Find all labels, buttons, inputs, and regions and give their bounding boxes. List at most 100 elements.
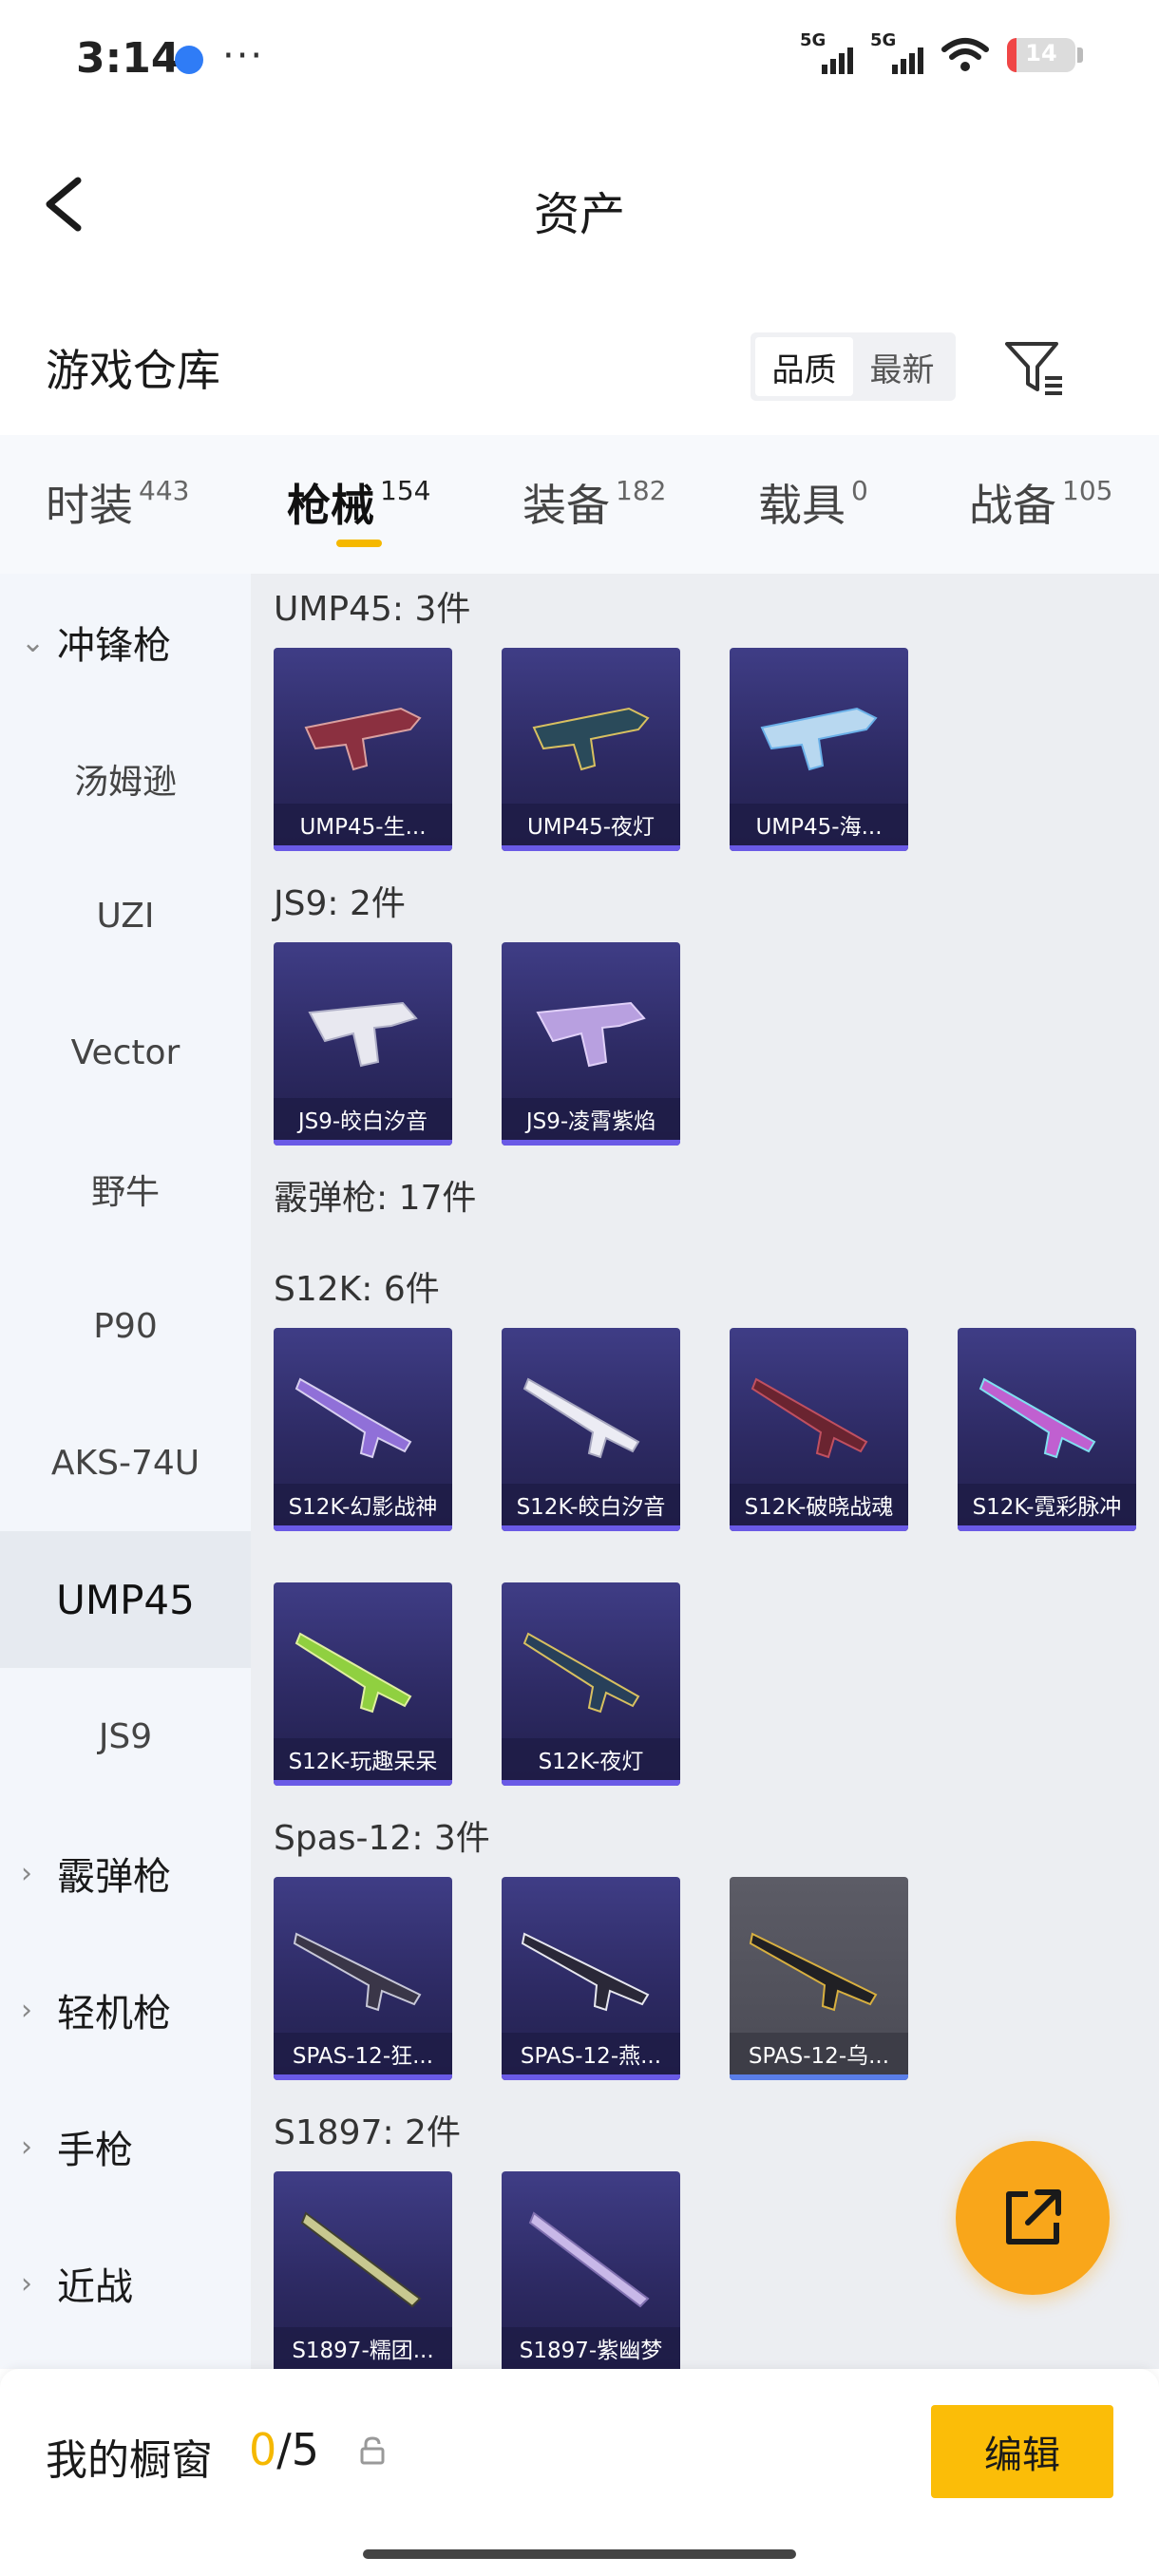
sidebar-item-thompson[interactable]: 汤姆逊 <box>0 710 251 847</box>
weapon-name: JS9-凌霄紫焰 <box>502 1098 680 1140</box>
sidebar-item-label: Vector <box>70 1032 180 1072</box>
page-title: 资产 <box>533 188 625 241</box>
weapon-card[interactable]: S12K-破晓战魂 <box>730 1328 908 1531</box>
group-label-s12k: S12K: 6件 <box>274 1270 440 1309</box>
weapon-name: UMP45-夜灯 <box>502 804 680 845</box>
rarity-bar <box>274 2074 452 2080</box>
rarity-bar <box>502 2074 680 2080</box>
gun-icon <box>304 707 422 771</box>
weapon-name: UMP45-生... <box>274 804 452 845</box>
gun-icon <box>293 1932 422 2012</box>
tab-label: 战备 <box>969 480 1056 531</box>
active-tab-indicator <box>336 540 382 547</box>
sidebar-item-label: 轻机枪 <box>57 1992 171 2036</box>
title-bar: 资产 <box>0 142 1159 266</box>
weapon-card[interactable]: SPAS-12-燕... <box>502 1877 680 2080</box>
weapon-card[interactable]: UMP45-夜灯 <box>502 648 680 851</box>
sidebar-item-aks74u[interactable]: AKS-74U <box>0 1394 251 1531</box>
chevron-right-icon: › <box>21 2266 32 2301</box>
tab-count: 154 <box>380 475 431 506</box>
gun-icon <box>521 1932 650 2012</box>
weapon-card[interactable]: SPAS-12-乌... <box>730 1877 908 2080</box>
weapon-card[interactable]: S1897-糯团... <box>274 2171 452 2369</box>
sidebar-item-js9[interactable]: JS9 <box>0 1668 251 1805</box>
showcase-total: /5 <box>276 2424 320 2475</box>
weapon-name: S12K-霓彩脉冲 <box>958 1484 1136 1525</box>
rarity-bar <box>502 1780 680 1786</box>
weapon-card[interactable]: UMP45-海... <box>730 648 908 851</box>
weapon-grid: UMP45: 3件 UMP45-生... UMP45-夜灯 UMP45-海...… <box>251 574 1159 2369</box>
gun-icon <box>536 1001 646 1068</box>
tab-label: 载具 <box>758 480 846 531</box>
tab-supplies[interactable]: 战备 105 <box>969 471 1112 534</box>
sidebar-item-shotgun[interactable]: › 霰弹枪 <box>0 1805 251 1941</box>
tab-guns[interactable]: 枪械 154 <box>287 471 430 534</box>
tab-vehicles[interactable]: 载具 0 <box>758 471 868 534</box>
sidebar-item-melee[interactable]: › 近战 <box>0 2215 251 2352</box>
weapon-card[interactable]: S12K-夜灯 <box>502 1582 680 1786</box>
weapon-card[interactable]: S12K-霓彩脉冲 <box>958 1328 1136 1531</box>
chevron-right-icon: › <box>21 1856 32 1890</box>
filter-icon[interactable] <box>1003 336 1066 399</box>
rarity-bar <box>274 1780 452 1786</box>
gun-icon <box>750 1377 868 1459</box>
sidebar-item-label: 野牛 <box>90 1173 160 1212</box>
gun-icon <box>760 707 878 771</box>
tab-label: 枪械 <box>287 480 374 531</box>
chevron-right-icon: › <box>21 2130 32 2164</box>
sort-newest-option[interactable]: 最新 <box>853 337 951 396</box>
weapon-name: SPAS-12-乌... <box>730 2033 908 2074</box>
gun-icon <box>749 1932 878 2012</box>
showcase-count: 0/5 <box>249 2424 319 2475</box>
tab-count: 443 <box>139 475 190 506</box>
sidebar-item-pistol[interactable]: › 手枪 <box>0 2078 251 2215</box>
sidebar-item-label: 汤姆逊 <box>73 763 177 802</box>
weapon-card[interactable]: S12K-玩趣呆呆 <box>274 1582 452 1786</box>
gun-icon <box>978 1377 1096 1459</box>
rarity-bar <box>730 845 908 851</box>
home-indicator <box>363 2549 796 2559</box>
weapon-name: SPAS-12-燕... <box>502 2033 680 2074</box>
sidebar-item-label: 手枪 <box>57 2129 133 2172</box>
sidebar-item-label: JS9 <box>98 1716 153 1756</box>
weapon-card[interactable]: UMP45-生... <box>274 648 452 851</box>
weapon-name: JS9-皎白汐音 <box>274 1098 452 1140</box>
tab-fashion[interactable]: 时装 443 <box>46 471 189 534</box>
sidebar-item-lmg[interactable]: › 轻机枪 <box>0 1941 251 2078</box>
sidebar-item-uzi[interactable]: UZI <box>0 847 251 984</box>
weapon-card[interactable]: SPAS-12-狂... <box>274 1877 452 2080</box>
signal-icon-2: 5G <box>870 30 923 76</box>
sidebar-item-vector[interactable]: Vector <box>0 984 251 1121</box>
weapon-card[interactable]: JS9-凌霄紫焰 <box>502 942 680 1146</box>
weapon-card[interactable]: S12K-幻影战神 <box>274 1328 452 1531</box>
rarity-bar <box>502 845 680 851</box>
tab-label: 装备 <box>522 480 610 531</box>
weapon-card[interactable]: JS9-皎白汐音 <box>274 942 452 1146</box>
gun-icon <box>532 707 650 771</box>
group-label-js9: JS9: 2件 <box>274 884 406 923</box>
rarity-bar <box>502 1140 680 1146</box>
sidebar-item-label: AKS-74U <box>50 1443 200 1483</box>
chevron-down-icon: ⌄ <box>21 625 46 659</box>
sidebar-item-p90[interactable]: P90 <box>0 1258 251 1394</box>
signal-icon: 5G <box>800 30 853 76</box>
wifi-icon <box>941 38 989 71</box>
sidebar-item-smg[interactable]: ⌄ 冲锋枪 <box>0 574 251 710</box>
weapon-card[interactable]: S1897-紫幽梦 <box>502 2171 680 2369</box>
sort-quality-option[interactable]: 品质 <box>755 337 853 396</box>
weapon-type-sidebar: ⌄ 冲锋枪 汤姆逊 UZI Vector 野牛 P90 AKS-74U UMP4… <box>0 574 251 2369</box>
weapon-card[interactable]: S12K-皎白汐音 <box>502 1328 680 1531</box>
sidebar-item-ump45[interactable]: UMP45 <box>0 1531 251 1668</box>
sidebar-item-bizon[interactable]: 野牛 <box>0 1121 251 1258</box>
sidebar-item-label: P90 <box>93 1306 158 1346</box>
group-label-shotgun: 霰弹枪: 17件 <box>274 1179 477 1218</box>
tab-equipment[interactable]: 装备 182 <box>522 471 666 534</box>
gun-icon <box>528 2211 650 2308</box>
rarity-bar <box>730 2074 908 2080</box>
share-external-button[interactable] <box>956 2141 1110 2295</box>
group-label-ump45: UMP45: 3件 <box>274 590 471 629</box>
share-external-icon <box>1006 2189 1061 2245</box>
tab-count: 0 <box>851 475 868 506</box>
edit-button[interactable]: 编辑 <box>931 2405 1113 2498</box>
gun-icon <box>308 1001 418 1068</box>
